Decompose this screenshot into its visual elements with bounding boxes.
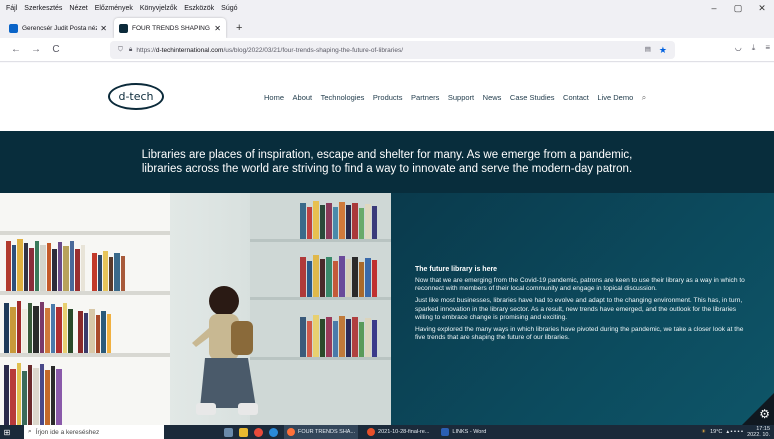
nav-about[interactable]: About xyxy=(293,93,313,103)
taskbar-app-pdf[interactable]: 2021-10-28-final-re... xyxy=(364,425,432,439)
taskbar-app-firefox[interactable]: FOUR TRENDS SHA... xyxy=(284,425,359,439)
tray-icons[interactable]: ▴ ▪ ▪ ▪ ▪ xyxy=(726,429,743,435)
menu-bookmarks[interactable]: Könyvjelzők xyxy=(140,5,177,12)
tab-title: Gerencsér Judit Posta nézete – ... xyxy=(22,24,98,32)
taskbar-search[interactable]: ⌕ Írjon ide a kereséshez xyxy=(24,425,164,439)
minimize-button[interactable]: – xyxy=(702,0,726,16)
mail-favicon-icon xyxy=(9,23,18,33)
close-tab-icon[interactable]: ✕ xyxy=(214,24,221,33)
taskbar-app-label: LINKS - Word xyxy=(452,429,487,435)
site-header: d-tech Home About Technologies Products … xyxy=(0,63,774,131)
close-tab-icon[interactable]: ✕ xyxy=(100,24,107,33)
taskbar-app-label: FOUR TRENDS SHA... xyxy=(298,429,356,435)
task-view-icon[interactable] xyxy=(224,427,233,437)
back-button[interactable]: ← xyxy=(8,44,24,55)
firefox-icon xyxy=(287,428,295,436)
nav-technologies[interactable]: Technologies xyxy=(321,93,365,103)
hero-banner: Libraries are places of inspiration, esc… xyxy=(0,131,774,193)
clock[interactable]: 17:15 2022. 10. xyxy=(747,426,770,438)
pocket-icon[interactable]: ◡ xyxy=(735,43,742,53)
content-section: The future library is here Now that we a… xyxy=(0,193,774,425)
forward-button[interactable]: → xyxy=(28,44,44,55)
library-photo-illustration xyxy=(0,193,391,425)
nav-news[interactable]: News xyxy=(483,93,502,103)
nav-live-demo[interactable]: Live Demo xyxy=(597,93,633,103)
taskbar-search-placeholder: Írjon ide a kereséshez xyxy=(35,428,100,436)
nav-case-studies[interactable]: Case Studies xyxy=(510,93,555,103)
nav-home[interactable]: Home xyxy=(264,93,284,103)
gear-icon: ⚙ xyxy=(759,407,770,421)
menu-tools[interactable]: Eszközök xyxy=(184,5,214,12)
document-icon xyxy=(367,428,376,436)
dtech-favicon-icon xyxy=(119,23,128,33)
windows-taskbar: ⊞ ⌕ Írjon ide a kereséshez FOUR TRENDS S… xyxy=(0,425,774,439)
menu-help[interactable]: Súgó xyxy=(221,5,237,12)
settings-button[interactable]: ⚙ xyxy=(742,393,774,425)
shield-icon[interactable]: ⛉ xyxy=(118,46,123,54)
nav-contact[interactable]: Contact xyxy=(563,93,589,103)
library-photo xyxy=(0,193,391,425)
clock-date: 2022. 10. xyxy=(747,432,770,438)
toolbar-icons: ◡ ⤓ ≡ xyxy=(735,43,770,53)
search-icon[interactable]: ⌕ xyxy=(642,93,646,103)
menu-edit[interactable]: Szerkesztés xyxy=(24,5,62,12)
section-heading: The future library is here xyxy=(415,266,498,273)
menu-icon[interactable]: ≡ xyxy=(765,43,770,53)
menu-bar: Fájl Szerkesztés Nézet Előzmények Könyvj… xyxy=(0,0,774,16)
taskbar-app-word[interactable]: LINKS - Word xyxy=(438,425,489,439)
paragraph: Just like most businesses, libraries hav… xyxy=(415,297,743,321)
new-tab-button[interactable]: + xyxy=(228,18,250,38)
file-explorer-icon[interactable] xyxy=(239,427,248,437)
tab-article[interactable]: FOUR TRENDS SHAPING THE F... ✕ xyxy=(114,18,226,38)
nav-support[interactable]: Support xyxy=(448,93,474,103)
tab-mail[interactable]: Gerencsér Judit Posta nézete – ... ✕ xyxy=(4,18,112,38)
lock-icon[interactable]: 🔒︎ xyxy=(129,46,132,54)
search-icon: ⌕ xyxy=(28,428,32,435)
tab-bar: Gerencsér Judit Posta nézete – ... ✕ FOU… xyxy=(0,16,774,38)
article-intro-panel: The future library is here Now that we a… xyxy=(391,193,774,425)
menu-history[interactable]: Előzmények xyxy=(95,5,133,12)
windows-start-icon[interactable]: ⊞ xyxy=(0,428,14,437)
chrome-icon[interactable] xyxy=(254,427,263,437)
menu-view[interactable]: Nézet xyxy=(69,5,87,12)
paragraph: Having explored the many ways in which l… xyxy=(415,326,744,342)
reader-view-icon[interactable]: ▤ xyxy=(645,45,651,56)
edge-icon[interactable] xyxy=(269,427,278,437)
paragraph: Now that we are emerging from the Covid-… xyxy=(415,277,745,293)
dtech-logo[interactable]: d-tech xyxy=(108,83,164,110)
nav-products[interactable]: Products xyxy=(373,93,403,103)
close-window-button[interactable]: ✕ xyxy=(750,0,774,16)
system-tray: ☀ 19°C ▴ ▪ ▪ ▪ ▪ 17:15 2022. 10. xyxy=(701,426,774,438)
taskbar-app-label: 2021-10-28-final-re... xyxy=(378,429,430,435)
nav-partners[interactable]: Partners xyxy=(411,93,439,103)
word-icon xyxy=(441,428,450,436)
bookmark-star-icon[interactable]: ★ xyxy=(659,45,667,56)
window-controls: – ▢ ✕ xyxy=(702,0,774,16)
weather-text[interactable]: 19°C xyxy=(710,429,722,435)
navigation-toolbar: ← → C ⛉ 🔒︎ https://d-techinternational.c… xyxy=(0,38,774,62)
menu-file[interactable]: Fájl xyxy=(6,5,17,12)
maximize-button[interactable]: ▢ xyxy=(726,0,750,16)
address-bar[interactable]: ⛉ 🔒︎ https://d-techinternational.com/us/… xyxy=(110,41,675,59)
weather-icon[interactable]: ☀ xyxy=(701,429,706,435)
hero-text: Libraries are places of inspiration, esc… xyxy=(141,149,633,175)
site-nav: Home About Technologies Products Partner… xyxy=(264,93,655,103)
tab-title: FOUR TRENDS SHAPING THE F... xyxy=(132,24,211,32)
pinned-apps xyxy=(224,427,278,437)
url-text: https://d-techinternational.com/us/blog/… xyxy=(136,46,404,54)
downloads-icon[interactable]: ⤓ xyxy=(752,43,756,53)
reload-button[interactable]: C xyxy=(48,44,64,55)
